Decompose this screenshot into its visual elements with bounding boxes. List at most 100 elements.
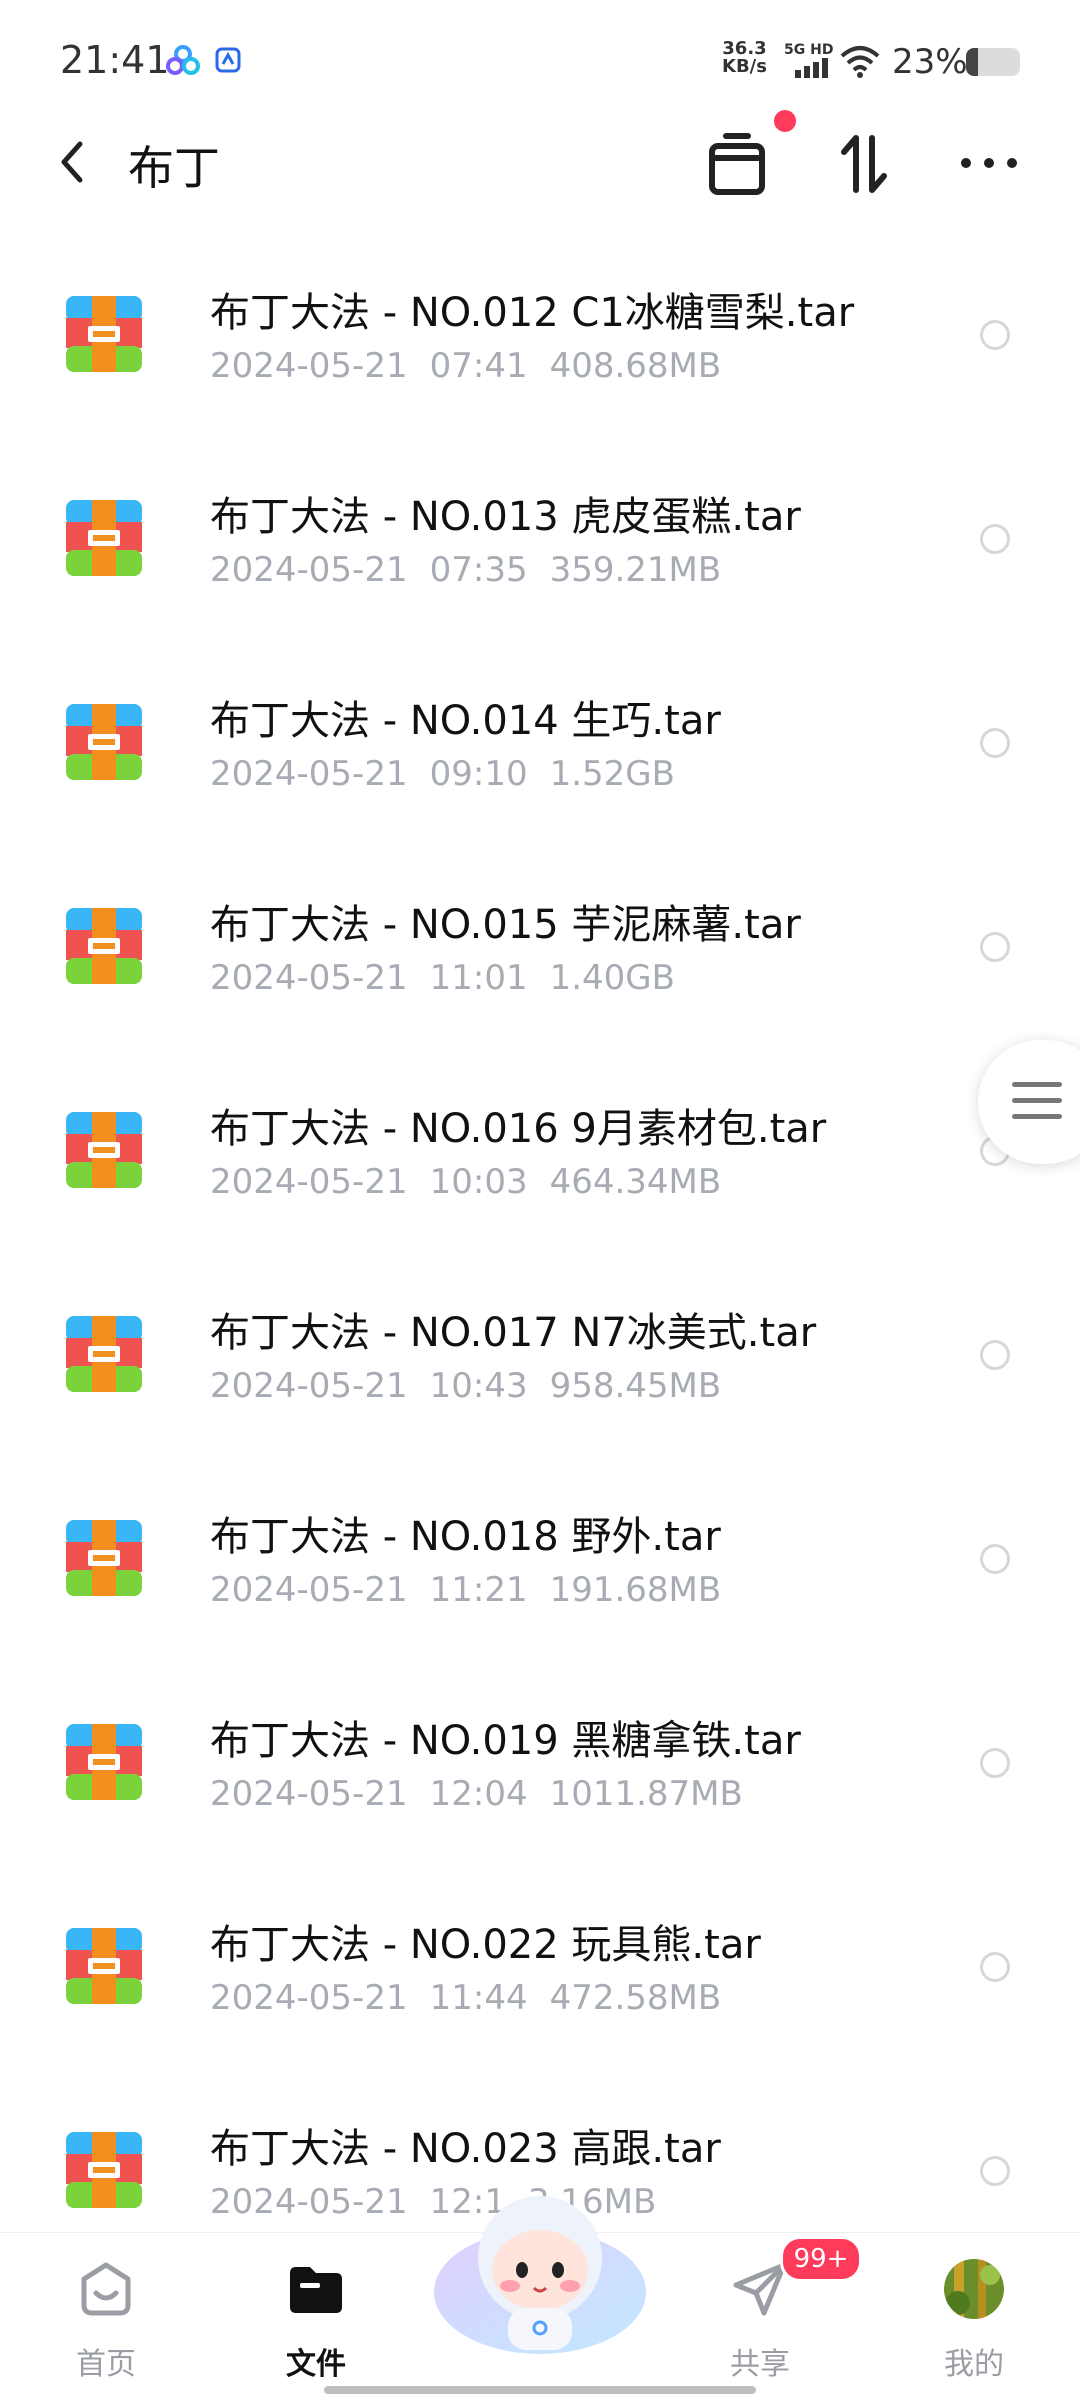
chevron-left-icon[interactable] (52, 132, 92, 192)
file-size: 472.58MB (549, 1978, 722, 2018)
select-radio[interactable] (980, 2156, 1010, 2186)
file-name: 布丁大法 - NO.017 N7冰美式.tar (210, 1310, 817, 1356)
archive-file-icon (66, 1112, 142, 1188)
notification-app-icon (215, 47, 241, 73)
archive-file-icon (66, 1316, 142, 1392)
file-time: 11:21 (429, 1570, 528, 1610)
file-date: 2024-05-21 (210, 2182, 408, 2222)
file-name: 布丁大法 - NO.022 玩具熊.tar (210, 1922, 761, 1968)
archive-file-icon (66, 1928, 142, 2004)
select-radio[interactable] (980, 524, 1010, 554)
file-size: 1011.87MB (549, 1774, 743, 1814)
file-date: 2024-05-21 (210, 346, 408, 386)
file-row[interactable]: 布丁大法 - NO.016 9月素材包.tar 2024-05-21 10:03 4… (0, 1056, 1080, 1260)
file-date: 2024-05-21 (210, 958, 408, 998)
select-radio[interactable] (980, 1952, 1010, 1982)
file-meta: 2024-05-21 07:35 359.21MB (210, 550, 743, 590)
file-meta: 2024-05-21 09:10 1.52GB (210, 754, 697, 794)
file-time: 07:41 (429, 346, 528, 386)
file-time: 07:35 (429, 550, 528, 590)
nav-label: 首页 (76, 2347, 136, 2382)
file-meta: 2024-05-21 07:41 408.68MB (210, 346, 743, 386)
file-time: 10:03 (429, 1162, 528, 1202)
archive-file-icon (66, 2132, 142, 2208)
notification-dot (774, 110, 796, 132)
file-size: 408.68MB (549, 346, 722, 386)
home-icon (81, 2262, 131, 2316)
file-date: 2024-05-21 (210, 1570, 408, 1610)
select-radio[interactable] (980, 320, 1010, 350)
file-name: 布丁大法 - NO.012 C1冰糖雪梨.tar (210, 290, 855, 336)
nav-home[interactable]: 首页 (36, 2253, 176, 2383)
file-size: 359.21MB (549, 550, 722, 590)
file-size: 1.40GB (549, 958, 675, 998)
file-row[interactable]: 布丁大法 - NO.014 生巧.tar 2024-05-21 09:10 1.52… (0, 648, 1080, 852)
file-date: 2024-05-21 (210, 1774, 408, 1814)
file-time: 10:43 (429, 1366, 528, 1406)
file-name: 布丁大法 - NO.013 虎皮蛋糕.tar (210, 494, 801, 540)
battery-percent: 23% (892, 42, 968, 82)
file-name: 布丁大法 - NO.023 高跟.tar (210, 2126, 721, 2172)
file-row[interactable]: 布丁大法 - NO.019 黑糖拿铁.tar 2024-05-21 12:04 10… (0, 1668, 1080, 1872)
file-size: 1.52GB (549, 754, 675, 794)
sort-arrows-icon[interactable] (834, 124, 894, 204)
select-radio[interactable] (980, 1748, 1010, 1778)
file-size: 958.45MB (549, 1366, 722, 1406)
nav-label: 我的 (944, 2347, 1004, 2382)
archive-file-icon (66, 704, 142, 780)
nav-label: 文件 (286, 2347, 346, 2382)
archive-file-icon (66, 1520, 142, 1596)
status-bar: 21:41 36.3 KB/s 5G HD 23% (0, 0, 1080, 120)
home-indicator[interactable] (324, 2386, 756, 2394)
file-name: 布丁大法 - NO.014 生巧.tar (210, 698, 721, 744)
file-meta: 2024-05-21 10:43 958.45MB (210, 1366, 743, 1406)
file-date: 2024-05-21 (210, 1162, 408, 1202)
archive-box-icon[interactable] (702, 124, 772, 204)
folder-icon (290, 2267, 342, 2313)
file-meta: 2024-05-21 11:01 1.40GB (210, 958, 697, 998)
nav-label: 共享 (730, 2347, 790, 2382)
network-type: 5G HD (784, 42, 834, 58)
menu-line (1012, 1098, 1062, 1103)
share-badge: 99+ (780, 2236, 862, 2282)
status-time: 21:41 (60, 38, 170, 82)
file-meta: 2024-05-21 11:21 191.68MB (210, 1570, 743, 1610)
battery-icon (966, 48, 1020, 76)
select-radio[interactable] (980, 728, 1010, 758)
file-row[interactable]: 布丁大法 - NO.012 C1冰糖雪梨.tar 2024-05-21 07:41… (0, 240, 1080, 444)
nav-me[interactable]: 我的 (904, 2253, 1044, 2383)
file-name: 布丁大法 - NO.018 野外.tar (210, 1514, 721, 1560)
battery-fill (966, 48, 979, 76)
select-radio[interactable] (980, 1340, 1010, 1370)
archive-file-icon (66, 296, 142, 372)
file-time: 09:10 (429, 754, 528, 794)
file-meta: 2024-05-21 10:03 464.34MB (210, 1162, 743, 1202)
file-meta: 2024-05-21 12:04 1011.87MB (210, 1774, 765, 1814)
file-name: 布丁大法 - NO.015 芋泥麻薯.tar (210, 902, 801, 948)
mascot-assistant-button[interactable] (430, 2176, 650, 2356)
select-radio[interactable] (980, 1544, 1010, 1574)
file-size: 464.34MB (549, 1162, 722, 1202)
nav-files[interactable]: 文件 (246, 2253, 386, 2383)
file-row[interactable]: 布丁大法 - NO.013 虎皮蛋糕.tar 2024-05-21 07:35 35… (0, 444, 1080, 648)
wifi-icon (840, 46, 880, 78)
file-row[interactable]: 布丁大法 - NO.017 N7冰美式.tar 2024-05-21 10:43 9… (0, 1260, 1080, 1464)
file-meta: 2024-05-21 11:44 472.58MB (210, 1978, 743, 2018)
file-date: 2024-05-21 (210, 1366, 408, 1406)
file-row[interactable]: 布丁大法 - NO.022 玩具熊.tar 2024-05-21 11:44 472… (0, 1872, 1080, 2076)
file-time: 11:44 (429, 1978, 528, 2018)
more-dots-icon[interactable] (956, 138, 1022, 188)
file-row[interactable]: 布丁大法 - NO.015 芋泥麻薯.tar 2024-05-21 11:01 1.… (0, 852, 1080, 1056)
network-speed: 36.3 KB/s (722, 38, 767, 77)
top-app-bar: 布丁 (0, 110, 1080, 240)
file-name: 布丁大法 - NO.016 9月素材包.tar (210, 1106, 827, 1152)
file-time: 11:01 (429, 958, 528, 998)
avatar (944, 2259, 1004, 2319)
menu-line (1012, 1082, 1062, 1087)
file-size: 191.68MB (549, 1570, 722, 1610)
signal-icon (795, 58, 828, 78)
select-radio[interactable] (980, 932, 1010, 962)
file-time: 12:04 (429, 1774, 528, 1814)
file-list[interactable]: 布丁大法 - NO.012 C1冰糖雪梨.tar 2024-05-21 07:41… (0, 240, 1080, 2230)
file-row[interactable]: 布丁大法 - NO.018 野外.tar 2024-05-21 11:21 191.… (0, 1464, 1080, 1668)
